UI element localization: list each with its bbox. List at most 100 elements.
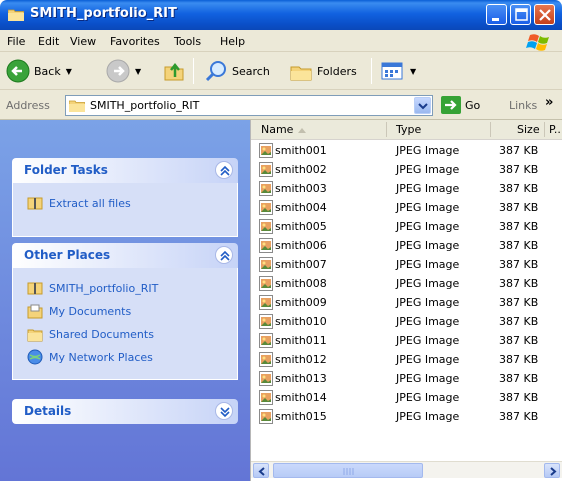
collapse-button[interactable] (215, 161, 233, 179)
details-title: Details (24, 404, 72, 418)
shared-folder-icon (27, 329, 43, 342)
place-my-documents[interactable]: My Documents (27, 303, 131, 319)
folder-tasks-body: Extract all files (12, 183, 238, 237)
file-name: smith014 (275, 391, 327, 404)
chevron-down-icon (418, 103, 428, 110)
file-row[interactable]: smith013 JPEG Image 387 KB (251, 369, 562, 388)
task-pane: Folder Tasks Extract all files Other Pla… (0, 120, 250, 481)
menu-help[interactable]: Help (220, 35, 245, 48)
file-type: JPEG Image (396, 277, 460, 290)
column-size[interactable]: Size (517, 123, 540, 136)
jpeg-file-icon (259, 200, 273, 215)
back-dropdown-icon[interactable]: ▼ (66, 67, 72, 76)
menu-view[interactable]: View (70, 35, 96, 48)
file-type: JPEG Image (396, 182, 460, 195)
place-label: Shared Documents (49, 327, 154, 341)
file-row[interactable]: smith006 JPEG Image 387 KB (251, 236, 562, 255)
place-shared-documents[interactable]: Shared Documents (27, 326, 154, 342)
links-label[interactable]: Links (509, 99, 537, 112)
file-row[interactable]: smith014 JPEG Image 387 KB (251, 388, 562, 407)
forward-button[interactable]: ▼ (106, 58, 141, 84)
column-type[interactable]: Type (396, 123, 421, 136)
menu-edit[interactable]: Edit (38, 35, 59, 48)
file-row[interactable]: smith009 JPEG Image 387 KB (251, 293, 562, 312)
back-label: Back (34, 64, 61, 78)
column-divider[interactable] (544, 122, 545, 137)
folders-button[interactable]: Folders (289, 58, 357, 84)
file-type: JPEG Image (396, 391, 460, 404)
up-folder-button[interactable] (162, 58, 186, 84)
views-button[interactable]: ▼ (381, 58, 416, 84)
file-type: JPEG Image (396, 315, 460, 328)
address-label: Address (6, 99, 50, 112)
column-header: Name Type Size P... (251, 120, 562, 140)
address-field[interactable]: SMITH_portfolio_RIT (65, 95, 433, 116)
scroll-right-button[interactable] (544, 463, 560, 478)
file-size: 387 KB (499, 372, 539, 385)
scroll-thumb[interactable] (273, 463, 423, 478)
other-places-header[interactable]: Other Places (12, 243, 238, 268)
task-extract-all-files[interactable]: Extract all files (27, 195, 131, 211)
file-row[interactable]: smith011 JPEG Image 387 KB (251, 331, 562, 350)
details-header[interactable]: Details (12, 399, 238, 424)
file-row[interactable]: smith012 JPEG Image 387 KB (251, 350, 562, 369)
file-row[interactable]: smith002 JPEG Image 387 KB (251, 160, 562, 179)
expand-button[interactable] (215, 402, 233, 420)
file-row[interactable]: smith005 JPEG Image 387 KB (251, 217, 562, 236)
folder-tasks-header[interactable]: Folder Tasks (12, 158, 238, 183)
title-bar[interactable]: SMITH_portfolio_RIT (0, 0, 562, 30)
scroll-left-button[interactable] (253, 463, 269, 478)
forward-dropdown-icon[interactable]: ▼ (135, 67, 141, 76)
file-name: smith004 (275, 201, 327, 214)
file-name: smith008 (275, 277, 327, 290)
back-button[interactable]: Back ▼ (6, 58, 72, 84)
menu-tools[interactable]: Tools (174, 35, 201, 48)
close-button[interactable] (534, 4, 555, 25)
search-button[interactable]: Search (204, 58, 270, 84)
sort-ascending-icon (298, 128, 306, 133)
collapse-button[interactable] (215, 246, 233, 264)
file-type: JPEG Image (396, 334, 460, 347)
my-documents-icon (27, 304, 43, 319)
file-row[interactable]: smith008 JPEG Image 387 KB (251, 274, 562, 293)
menu-favorites[interactable]: Favorites (110, 35, 160, 48)
place-smith-portfolio[interactable]: SMITH_portfolio_RIT (27, 280, 158, 296)
file-name: smith010 (275, 315, 327, 328)
zip-folder-icon (27, 197, 43, 210)
address-value: SMITH_portfolio_RIT (90, 99, 200, 112)
up-folder-icon (164, 62, 184, 81)
column-partial[interactable]: P... (549, 123, 562, 136)
views-dropdown-icon[interactable]: ▼ (410, 67, 416, 76)
file-row[interactable]: smith003 JPEG Image 387 KB (251, 179, 562, 198)
address-dropdown-button[interactable] (414, 97, 431, 114)
column-divider[interactable] (490, 122, 491, 137)
file-row[interactable]: smith001 JPEG Image 387 KB (251, 141, 562, 160)
links-more-icon[interactable]: » (545, 95, 553, 110)
go-arrow-icon (441, 96, 461, 114)
place-label: My Documents (49, 304, 132, 318)
back-arrow-icon (6, 59, 30, 83)
minimize-button[interactable] (486, 4, 507, 25)
file-type: JPEG Image (396, 372, 460, 385)
go-button[interactable]: Go (441, 96, 480, 114)
chevron-right-icon (550, 467, 557, 476)
menu-file[interactable]: File (7, 35, 25, 48)
column-name[interactable]: Name (261, 123, 293, 136)
file-size: 387 KB (499, 334, 539, 347)
file-row[interactable]: smith015 JPEG Image 387 KB (251, 407, 562, 426)
place-my-network-places[interactable]: My Network Places (27, 349, 153, 365)
jpeg-file-icon (259, 162, 273, 177)
folder-tasks-title: Folder Tasks (24, 163, 108, 177)
file-row[interactable]: smith004 JPEG Image 387 KB (251, 198, 562, 217)
jpeg-file-icon (259, 257, 273, 272)
file-row[interactable]: smith007 JPEG Image 387 KB (251, 255, 562, 274)
horizontal-scrollbar[interactable] (251, 461, 562, 478)
search-icon (205, 61, 226, 82)
column-divider[interactable] (386, 122, 387, 137)
grip-icon (343, 468, 354, 475)
file-size: 387 KB (499, 220, 539, 233)
maximize-button[interactable] (510, 4, 531, 25)
file-size: 387 KB (499, 239, 539, 252)
file-row[interactable]: smith010 JPEG Image 387 KB (251, 312, 562, 331)
file-name: smith009 (275, 296, 327, 309)
